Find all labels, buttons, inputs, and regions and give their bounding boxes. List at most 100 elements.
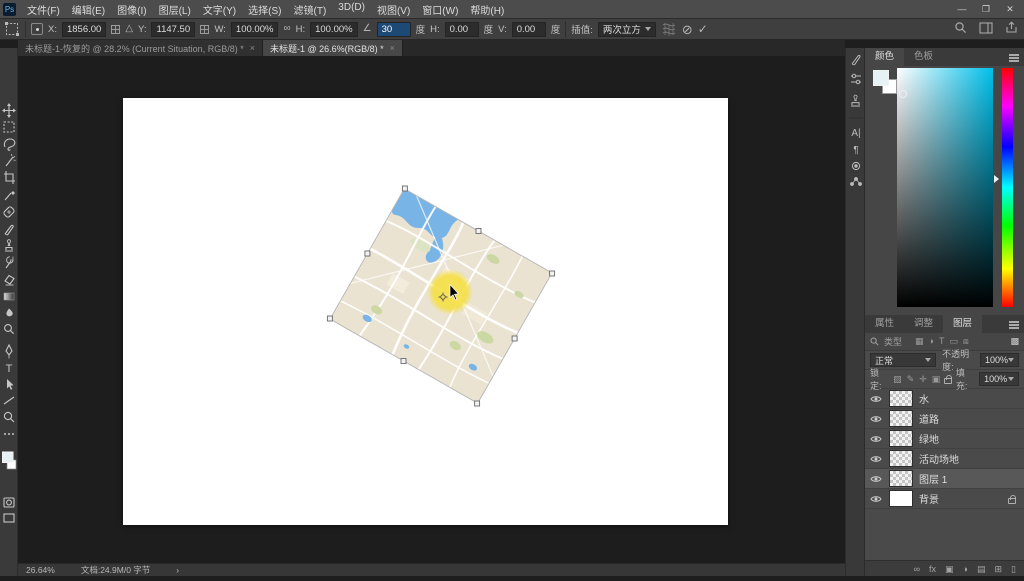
eyedropper-tool-icon[interactable] bbox=[5, 191, 15, 200]
status-chevron-icon[interactable]: › bbox=[176, 565, 179, 575]
layer-row[interactable]: 活动场地 bbox=[865, 449, 1024, 469]
lasso-tool-icon[interactable] bbox=[4, 139, 14, 150]
angle-input[interactable]: 30 bbox=[377, 22, 411, 37]
warp-mode-toggle-icon[interactable] bbox=[661, 22, 677, 36]
lock-position-icon[interactable]: ✛ bbox=[919, 374, 927, 385]
paragraph-panel-icon[interactable]: ¶ bbox=[853, 145, 858, 156]
width-input[interactable]: 100.00% bbox=[231, 22, 279, 37]
quick-mask-icon[interactable] bbox=[4, 498, 14, 507]
brush-tool-icon[interactable] bbox=[5, 225, 13, 235]
new-layer-icon[interactable]: ⊞ bbox=[995, 561, 1003, 577]
fill-select[interactable]: 100% bbox=[979, 372, 1019, 386]
adjustments-panel-icon[interactable] bbox=[852, 162, 859, 169]
link-dimensions-icon[interactable]: ∞ bbox=[283, 24, 290, 34]
layer-thumbnail[interactable] bbox=[889, 410, 913, 427]
type-tool-icon[interactable]: T bbox=[6, 363, 13, 375]
share-icon[interactable] bbox=[1005, 21, 1018, 34]
lock-pixels-icon[interactable]: ✎ bbox=[907, 374, 915, 385]
lock-transparent-icon[interactable]: ▨ bbox=[893, 374, 902, 385]
timeline-panel-icon[interactable] bbox=[851, 178, 862, 186]
layer-thumbnail[interactable] bbox=[889, 450, 913, 467]
layer-row[interactable]: 水 bbox=[865, 389, 1024, 409]
search-icon[interactable] bbox=[954, 21, 967, 34]
more-tools-icon[interactable] bbox=[4, 433, 14, 435]
panel-menu-icon[interactable] bbox=[1009, 54, 1019, 56]
screen-mode-icon[interactable] bbox=[4, 514, 14, 522]
blur-tool-icon[interactable] bbox=[6, 309, 12, 317]
filter-shape-icon[interactable]: ▭ bbox=[949, 336, 958, 347]
close-button[interactable]: ✕ bbox=[998, 0, 1022, 18]
filter-type-icon[interactable]: T bbox=[939, 336, 945, 347]
layer-style-fx-icon[interactable]: fx bbox=[929, 561, 936, 577]
saturation-brightness-field[interactable] bbox=[897, 68, 993, 307]
skew-v-input[interactable]: 0.00 bbox=[512, 22, 546, 37]
reference-point-widget[interactable] bbox=[31, 23, 43, 35]
opacity-select[interactable]: 100% bbox=[980, 353, 1019, 367]
character-panel-icon[interactable]: A| bbox=[851, 128, 860, 139]
layer-thumbnail[interactable] bbox=[889, 490, 913, 507]
hue-slider[interactable] bbox=[1002, 68, 1013, 307]
spot-healing-tool-icon[interactable] bbox=[3, 206, 15, 218]
filter-kind-label[interactable]: 类型 bbox=[884, 335, 902, 348]
document-tab-1[interactable]: 未标题-1-恢复的 @ 28.2% (Current Situation, RG… bbox=[18, 40, 263, 56]
workspace-icon[interactable] bbox=[979, 22, 993, 34]
x-input[interactable]: 1856.00 bbox=[62, 22, 106, 37]
pen-tool-icon[interactable] bbox=[6, 345, 12, 359]
minimize-button[interactable]: — bbox=[950, 0, 974, 18]
magic-wand-tool-icon[interactable] bbox=[6, 154, 16, 166]
tab-properties[interactable]: 属性 bbox=[865, 315, 904, 333]
foreground-background-swatches-small[interactable] bbox=[873, 70, 899, 96]
line-tool-icon[interactable] bbox=[4, 397, 14, 404]
layer-thumbnail[interactable] bbox=[889, 430, 913, 447]
tab-layers[interactable]: 图层 bbox=[943, 315, 982, 333]
adjustment-layer-icon[interactable]: ◑ bbox=[963, 561, 968, 577]
hue-slider-arrow[interactable] bbox=[994, 175, 999, 183]
tab-swatches[interactable]: 色板 bbox=[904, 48, 943, 66]
maximize-button[interactable]: ❐ bbox=[974, 0, 998, 18]
visibility-eye-icon[interactable] bbox=[869, 475, 883, 483]
lock-artboard-icon[interactable]: ▣ bbox=[932, 374, 941, 385]
layer-row[interactable]: 背景 bbox=[865, 489, 1024, 509]
layer-row[interactable]: 图层 1 bbox=[865, 469, 1024, 489]
layer-row[interactable]: 道路 bbox=[865, 409, 1024, 429]
menu-item[interactable]: 图像(I) bbox=[111, 2, 152, 17]
new-group-icon[interactable]: ▤ bbox=[977, 561, 986, 577]
properties-panel-icon[interactable] bbox=[851, 74, 861, 83]
color-field-cursor[interactable] bbox=[899, 90, 907, 98]
height-input[interactable]: 100.00% bbox=[310, 22, 358, 37]
zoom-level-field[interactable]: 26.64% bbox=[26, 565, 55, 575]
filter-toggle-icon[interactable]: ▩ bbox=[1010, 336, 1019, 347]
close-tab-icon[interactable]: × bbox=[250, 43, 255, 53]
move-tool-icon[interactable] bbox=[2, 103, 16, 118]
skew-h-input[interactable]: 0.00 bbox=[445, 22, 479, 37]
visibility-eye-icon[interactable] bbox=[869, 455, 883, 463]
filter-pixel-icon[interactable]: ▦ bbox=[915, 336, 924, 347]
commit-transform-button[interactable]: ✓ bbox=[698, 23, 708, 35]
crop-tool-icon[interactable] bbox=[4, 171, 15, 184]
menu-item[interactable]: 帮助(H) bbox=[464, 2, 510, 17]
lock-all-icon[interactable] bbox=[944, 378, 952, 384]
layer-row[interactable]: 绿地 bbox=[865, 429, 1024, 449]
menu-item[interactable]: 文件(F) bbox=[21, 2, 66, 17]
interpolation-select[interactable]: 两次立方 bbox=[598, 22, 656, 37]
foreground-background-swatches[interactable] bbox=[3, 452, 17, 469]
menu-item[interactable]: 窗口(W) bbox=[416, 2, 464, 17]
clone-source-panel-icon[interactable] bbox=[851, 95, 860, 106]
dodge-tool-icon[interactable] bbox=[5, 325, 14, 334]
visibility-eye-icon[interactable] bbox=[869, 495, 883, 503]
eraser-tool-icon[interactable] bbox=[5, 276, 14, 286]
menu-item[interactable]: 文字(Y) bbox=[197, 2, 242, 17]
menu-item[interactable]: 3D(D) bbox=[332, 2, 371, 17]
tab-color[interactable]: 颜色 bbox=[865, 48, 904, 66]
document-canvas[interactable] bbox=[123, 98, 728, 525]
cancel-transform-button[interactable]: ⊘ bbox=[682, 23, 693, 36]
relative-position-icon[interactable]: △ bbox=[125, 24, 133, 34]
brush-settings-panel-icon[interactable] bbox=[852, 55, 860, 65]
clone-stamp-tool-icon[interactable] bbox=[5, 240, 13, 251]
panel-menu-icon[interactable] bbox=[1009, 321, 1019, 323]
visibility-eye-icon[interactable] bbox=[869, 395, 883, 403]
blend-mode-select[interactable]: 正常 bbox=[870, 353, 936, 367]
layer-thumbnail[interactable] bbox=[889, 470, 913, 487]
path-select-tool-icon[interactable] bbox=[7, 379, 14, 390]
zoom-tool-icon[interactable] bbox=[4, 412, 14, 422]
